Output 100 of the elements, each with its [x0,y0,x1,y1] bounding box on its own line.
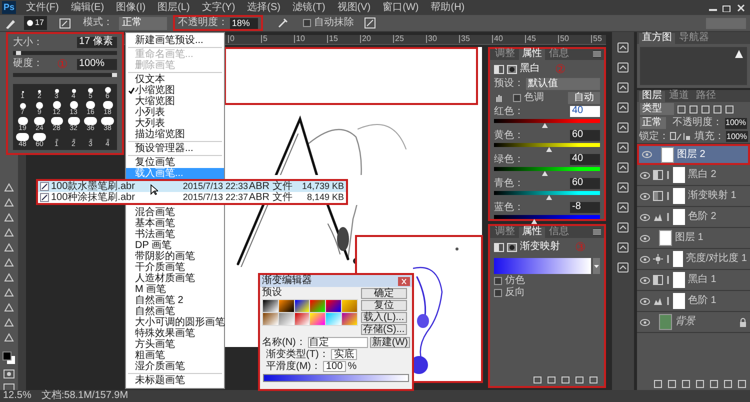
auto-erase-checkbox[interactable] [302,19,311,27]
menu-item[interactable]: 选择(S) [247,2,280,12]
tool-icon[interactable] [3,212,15,223]
value-field[interactable]: 60 [570,130,600,141]
tool-icon[interactable] [3,227,15,238]
panel-tab[interactable]: 属性 [519,227,545,238]
menu-item[interactable]: 帮助(H) [430,2,465,12]
hardness-field[interactable]: 100% [77,58,117,70]
panel-tab[interactable]: 图层 [639,91,665,102]
layer-filter-dropdown[interactable]: 类型 [640,103,674,115]
panel-tab[interactable]: 信息 [546,227,572,238]
menu-item[interactable]: 预设管理器... [126,143,224,154]
menu-item[interactable]: 图像(I) [116,2,146,12]
dialog-button[interactable]: 载入(L)... [361,312,407,323]
layer-row[interactable]: 亮度/对比度 1 [637,249,750,270]
quick-mask-icon[interactable] [3,369,15,379]
mode-dropdown[interactable]: 正常 [118,16,167,30]
panel-tab[interactable]: 属性 [519,49,545,60]
lock-icons[interactable] [670,132,690,141]
brush-preset-picker[interactable]: 17 [24,16,47,30]
menu-item[interactable]: 视图(V) [337,2,371,12]
panel-menu-icon[interactable] [592,50,602,58]
menu-item[interactable]: 自然画笔 [126,306,224,317]
restore-icon[interactable] [722,4,732,12]
close-icon[interactable] [398,276,410,286]
hardness-slider-track[interactable] [13,73,117,77]
menu-item[interactable]: DP 画笔 [126,240,224,251]
fill-field[interactable]: 100% [726,131,748,142]
layer-row[interactable]: 色阶 1 [637,291,750,312]
gradient-bar[interactable] [263,374,409,382]
menu-item[interactable]: 文字(Y) [202,2,236,12]
panel-icon[interactable] [617,222,629,233]
panel-tab[interactable]: 调整 [492,227,518,238]
menu-item[interactable]: 基本画笔 [126,218,224,229]
smoothness-field[interactable]: 100 [323,361,346,372]
auto-button[interactable]: 自动 [568,92,600,104]
menu-item[interactable]: 特殊效果画笔 [126,328,224,339]
menu-item[interactable]: 自然画笔 2 [126,295,224,306]
panel-icon[interactable] [617,42,629,53]
menu-item[interactable]: 图层(L) [158,2,190,12]
menu-item[interactable]: 干介质画笔 [126,262,224,273]
menu-item[interactable]: 文件(F) [26,2,59,12]
tablet-pressure-icon[interactable] [364,17,376,29]
menu-item[interactable]: 仅文本 [126,74,224,85]
color-swatches-icon[interactable] [2,351,16,365]
panel-tab[interactable]: 直方图 [639,33,675,44]
layer-row[interactable]: 背景 [637,312,750,333]
menu-item[interactable]: 描边缩览图 [126,129,224,140]
airbrush-icon[interactable] [276,17,289,29]
menu-item[interactable]: 大缩览图 [126,96,224,107]
panel-icon[interactable] [617,62,629,73]
gradient-preview[interactable] [494,258,591,274]
value-field[interactable]: -8 [570,202,600,213]
dialog-button[interactable]: 复位 [361,300,407,311]
slider-thumb[interactable] [531,219,538,224]
close-icon[interactable] [736,4,746,12]
slider-thumb[interactable] [112,73,117,77]
panel-tab[interactable]: 通道 [666,91,692,102]
slider-thumb[interactable] [16,51,22,55]
menu-item[interactable]: 大列表 [126,118,224,129]
layer-row[interactable]: 渐变映射 1 [637,186,750,207]
panel-icon[interactable] [617,242,629,253]
opacity-field[interactable]: 18% [230,18,258,28]
file-row[interactable]: 100款水墨笔刷.abr 2015/7/13 22:33ABR 文件 14,739 KB [38,181,346,192]
file-row[interactable]: 100种涂抹笔刷.abr 2015/7/13 22:37ABR 文件 8,149 KB [38,192,346,203]
panel-icon[interactable] [617,102,629,113]
menu-item[interactable]: 小缩览图 [126,85,224,96]
tool-icon[interactable] [3,302,15,313]
size-field[interactable]: 17 像素 [77,37,117,48]
tool-icon[interactable] [3,242,15,253]
menu-item[interactable]: 方头画笔 [126,339,224,350]
value-field[interactable]: 40 [570,106,600,117]
menu-item[interactable]: 复位画笔 [126,157,224,168]
menu-item[interactable]: M 画笔 [126,284,224,295]
layer-row[interactable]: 图层 1 [637,228,750,249]
tool-icon[interactable] [3,197,15,208]
preset-dropdown[interactable]: 默认值 [526,78,600,90]
value-field[interactable]: 60 [570,178,600,189]
panel-icon[interactable] [617,202,629,213]
slider-thumb[interactable] [542,123,548,128]
panel-icon[interactable] [617,82,629,93]
menu-item[interactable]: 人造材质画笔 [126,273,224,284]
panel-icon[interactable] [617,262,629,273]
tint-checkbox[interactable] [513,94,521,102]
tool-icon[interactable] [3,182,15,193]
tool-icon[interactable] [3,257,15,268]
gradient-type-dropdown[interactable]: 实底 [330,349,357,360]
menu-item[interactable]: 小列表 [126,107,224,118]
dialog-button[interactable]: 确定 [361,288,407,299]
brush-tool-icon[interactable] [4,17,18,29]
size-slider-track[interactable] [13,51,117,55]
menu-item[interactable]: 湿介质画笔 [126,361,224,372]
dialog-button[interactable]: 存储(S)... [361,324,407,335]
panel-tab[interactable]: 路径 [693,91,719,102]
panel-icon[interactable] [617,182,629,193]
layer-row[interactable]: 图层 2 [637,144,750,165]
dropdown-caret-icon[interactable] [593,258,600,274]
panel-icon[interactable] [617,142,629,153]
option-checkbox[interactable] [494,289,502,297]
panel-menu-icon[interactable] [592,228,602,236]
